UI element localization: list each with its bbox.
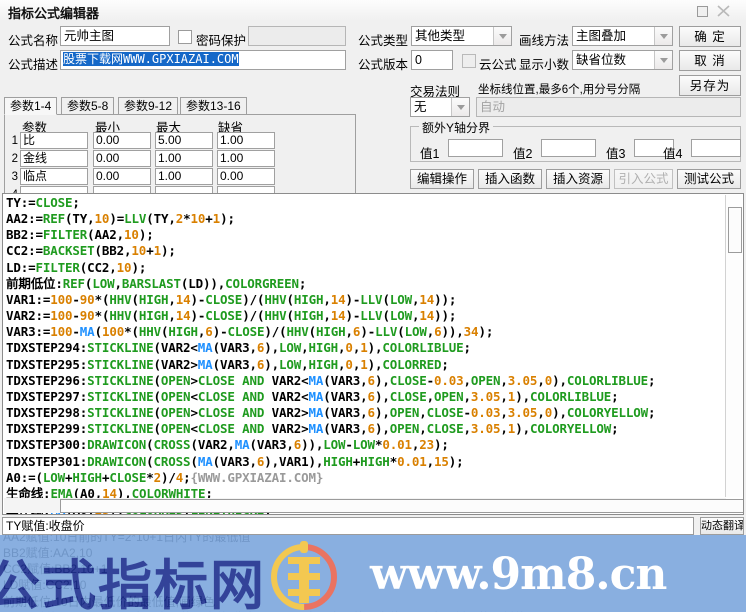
param-min-input-1[interactable]: 0.00 <box>93 132 151 149</box>
form-header: 公式名称 元帅主图 密码保护 公式类型 其他类型 画线方法 主图叠加 确 定 公… <box>0 21 746 203</box>
formula-desc-label: 公式描述 <box>8 58 59 72</box>
cancel-button[interactable]: 取 消 <box>679 50 741 71</box>
cloud-formula-checkbox[interactable] <box>462 54 476 68</box>
axis-value-4-label: 值4 <box>663 147 683 161</box>
axis-value-1-label: 值1 <box>420 147 440 161</box>
param-name-input-3[interactable]: 临点 <box>20 168 88 185</box>
status-bar: TY赋值:收盘价 <box>2 517 694 535</box>
insert-resource-button[interactable]: 插入资源 <box>546 169 610 189</box>
password-protect-label: 密码保护 <box>196 34 247 48</box>
title-bar: 指标公式编辑器 <box>0 0 746 22</box>
param-max-input-1[interactable]: 5.00 <box>155 132 213 149</box>
code-editor[interactable]: TY:=CLOSE; AA2:=REF(TY,10)=LLV(TY,2*10+1… <box>2 193 744 515</box>
axis-value-2-label: 值2 <box>513 147 533 161</box>
param-def-input-2[interactable]: 1.00 <box>217 150 275 167</box>
formula-name-label: 公式名称 <box>8 34 59 48</box>
trade-rule-select[interactable]: 无 <box>410 97 470 117</box>
axis-value-3-label: 值3 <box>606 147 626 161</box>
import-formula-button: 引入公式 <box>614 169 673 189</box>
formula-version-label: 公式版本 <box>358 58 409 72</box>
chevron-down-icon[interactable] <box>654 27 672 45</box>
tab-params-13-16[interactable]: 参数13-16 <box>180 97 247 115</box>
decimal-select[interactable]: 缺省位数 <box>572 50 673 70</box>
axis-value-1-input[interactable] <box>448 139 503 157</box>
code-text[interactable]: TY:=CLOSE; AA2:=REF(TY,10)=LLV(TY,2*10+1… <box>6 195 718 514</box>
param-def-input-1[interactable]: 1.00 <box>217 132 275 149</box>
param-name-input-1[interactable]: 比 <box>20 132 88 149</box>
test-formula-button[interactable]: 测试公式 <box>677 169 741 189</box>
formula-editor-window: 指标公式编辑器 公式名称 元帅主图 密码保护 公式类型 其他类型 画线方法 主图… <box>0 0 746 612</box>
watermark-url: www.9m8.cn <box>370 549 667 600</box>
draw-method-select[interactable]: 主图叠加 <box>572 26 673 46</box>
site-logo <box>271 541 337 610</box>
param-name-input-2[interactable]: 金线 <box>20 150 88 167</box>
chevron-down-icon[interactable] <box>493 27 511 45</box>
param-min-input-3[interactable]: 0.00 <box>93 168 151 185</box>
formula-name-input[interactable]: 元帅主图 <box>60 26 170 46</box>
save-as-button[interactable]: 另存为 <box>679 75 741 96</box>
param-row-number: 2 <box>11 153 18 165</box>
coord-line-label: 坐标线位置,最多6个,用分号分隔 <box>478 84 641 96</box>
axis-value-2-input[interactable] <box>541 139 596 157</box>
scrollbar-thumb[interactable] <box>60 499 743 513</box>
editor-vertical-scrollbar[interactable] <box>725 195 742 497</box>
dynamic-translate-button[interactable]: 动态翻译 <box>700 517 744 535</box>
watermark-site-name: 公式指标网 <box>0 554 266 612</box>
param-row-number: 3 <box>11 171 18 183</box>
formula-type-label: 公式类型 <box>358 34 409 48</box>
close-icon[interactable] <box>716 3 732 18</box>
param-min-input-2[interactable]: 0.00 <box>93 150 151 167</box>
ok-button[interactable]: 确 定 <box>679 26 741 47</box>
chevron-down-icon[interactable] <box>654 51 672 69</box>
formula-type-select[interactable]: 其他类型 <box>411 26 512 46</box>
maximize-icon[interactable] <box>694 3 710 18</box>
tab-params-9-12[interactable]: 参数9-12 <box>118 97 179 115</box>
tab-params-1-4[interactable]: 参数1-4 <box>4 97 58 115</box>
chevron-down-icon[interactable] <box>451 98 469 116</box>
scrollbar-thumb[interactable] <box>728 207 742 253</box>
formula-type-value: 其他类型 <box>415 29 466 43</box>
formula-version-input[interactable]: 0 <box>411 50 453 70</box>
watermark-banner: 公式指标网 www.9m8.cn <box>0 535 746 612</box>
insert-function-button[interactable]: 插入函数 <box>478 169 542 189</box>
param-max-input-3[interactable]: 1.00 <box>155 168 213 185</box>
extra-y-axis-caption: 额外Y轴分界 <box>419 119 494 136</box>
editor-horizontal-scrollbar[interactable] <box>4 498 743 513</box>
tab-params-5-8[interactable]: 参数5-8 <box>61 97 115 115</box>
axis-value-4-input[interactable] <box>691 139 741 157</box>
draw-method-label: 画线方法 <box>519 34 570 48</box>
param-max-input-2[interactable]: 1.00 <box>155 150 213 167</box>
cloud-formula-label: 云公式 <box>479 58 517 72</box>
decimal-label: 显示小数 <box>519 58 570 72</box>
formula-desc-value: 股票下载网WWW.GPXIAZAI.COM <box>63 52 239 66</box>
edit-ops-button[interactable]: 编辑操作 <box>410 169 474 189</box>
formula-desc-input[interactable]: 股票下载网WWW.GPXIAZAI.COM <box>60 50 346 70</box>
param-row-number: 1 <box>11 135 18 147</box>
draw-method-value: 主图叠加 <box>576 29 627 43</box>
window-title: 指标公式编辑器 <box>8 6 100 21</box>
coord-line-input[interactable]: 自动 <box>476 97 741 117</box>
param-def-input-3[interactable]: 0.00 <box>217 168 275 185</box>
password-input[interactable] <box>248 26 346 46</box>
password-protect-checkbox[interactable] <box>178 30 192 44</box>
decimal-value: 缺省位数 <box>576 53 627 67</box>
trade-rule-value: 无 <box>414 100 427 114</box>
